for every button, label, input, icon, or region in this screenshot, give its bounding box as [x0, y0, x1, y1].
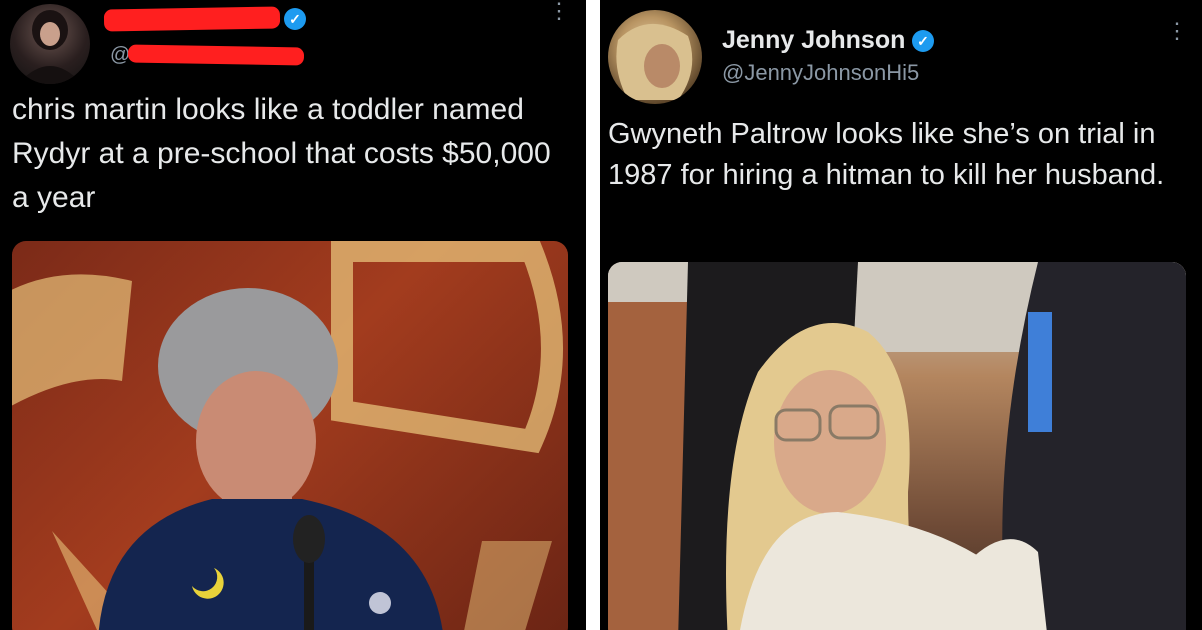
more-options-icon[interactable]: ⋮: [1166, 20, 1188, 42]
author-avatar[interactable]: [10, 4, 90, 84]
left-tweet-screenshot: ✓ @ ⋮ chris martin looks like a toddler …: [0, 0, 586, 630]
tweet-media-photo[interactable]: [12, 241, 568, 630]
author-avatar[interactable]: [608, 10, 702, 104]
redacted-handle: [127, 44, 305, 66]
person-silhouette-icon: [18, 10, 82, 84]
photo-illustration: [608, 262, 1186, 630]
person-portrait-icon: [616, 23, 693, 100]
right-tweet-screenshot: Jenny Johnson ✓ @JennyJohnsonHi5 ⋮ Gwyne…: [600, 0, 1202, 630]
verified-badge-icon: ✓: [284, 8, 306, 30]
more-options-icon[interactable]: ⋮: [548, 0, 570, 22]
tweet-text: chris martin looks like a toddler named …: [12, 93, 551, 214]
tweet-media-photo[interactable]: [608, 262, 1186, 630]
photo-illustration: [12, 241, 563, 630]
author-handle[interactable]: @JennyJohnsonHi5: [722, 60, 919, 86]
author-display-name[interactable]: Jenny Johnson: [722, 26, 905, 55]
redacted-display-name: [103, 6, 281, 32]
tweet-text: Gwyneth Paltrow looks like she’s on tria…: [608, 118, 1165, 191]
verified-badge-icon: ✓: [912, 30, 934, 52]
image-divider: [586, 0, 600, 630]
